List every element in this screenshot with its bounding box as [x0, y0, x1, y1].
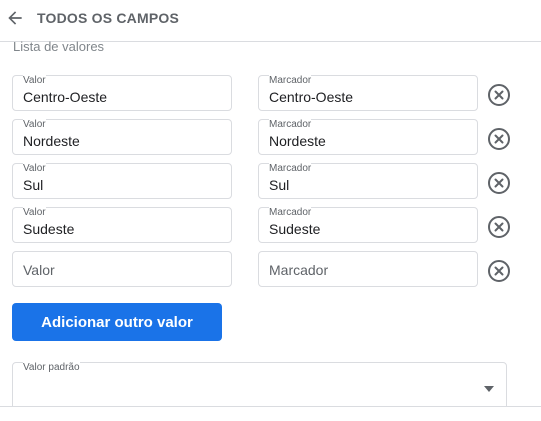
value-field[interactable]: Valor Sudeste — [12, 207, 232, 243]
value-field[interactable]: Valor Nordeste — [12, 119, 232, 155]
marker-field-label: Marcador — [269, 163, 312, 175]
marker-field-text: Nordeste — [269, 133, 326, 149]
close-circle-icon — [488, 128, 510, 150]
section-label: Lista de valores — [13, 39, 105, 54]
marker-field-label: Marcador — [269, 119, 312, 131]
arrow-back-icon — [8, 11, 22, 25]
new-marker-input[interactable]: Marcador — [258, 251, 478, 287]
remove-row-button[interactable] — [487, 171, 511, 195]
back-button[interactable] — [4, 6, 26, 30]
page-title: TODOS OS CAMPOS — [37, 10, 179, 26]
close-circle-icon — [488, 216, 510, 238]
marker-field-label: Marcador — [269, 75, 312, 87]
remove-row-button[interactable] — [487, 83, 511, 107]
marker-field[interactable]: Marcador Sul — [258, 163, 478, 199]
footer — [0, 407, 541, 421]
value-field[interactable]: Valor Sul — [12, 163, 232, 199]
marker-field-text: Centro-Oeste — [269, 89, 354, 105]
value-field-text: Centro-Oeste — [23, 89, 108, 105]
close-circle-icon — [488, 84, 510, 106]
marker-field[interactable]: Marcador Sudeste — [258, 207, 478, 243]
header: TODOS OS CAMPOS — [0, 0, 541, 42]
remove-row-button[interactable] — [487, 215, 511, 239]
new-value-input[interactable]: Valor — [12, 251, 232, 287]
triangle-down-icon — [484, 386, 494, 392]
value-placeholder: Valor — [23, 262, 55, 278]
marker-field-label: Marcador — [269, 207, 312, 219]
value-field-label: Valor — [23, 163, 46, 175]
remove-row-button[interactable] — [487, 259, 511, 283]
marker-field-text: Sudeste — [269, 221, 321, 237]
marker-placeholder: Marcador — [269, 262, 329, 278]
marker-field-text: Sul — [269, 177, 290, 193]
value-field-text: Sudeste — [23, 221, 75, 237]
close-circle-icon — [488, 172, 510, 194]
remove-row-button[interactable] — [487, 127, 511, 151]
value-field-text: Sul — [23, 177, 44, 193]
value-field-text: Nordeste — [23, 133, 80, 149]
close-circle-icon — [488, 260, 510, 282]
marker-field[interactable]: Marcador Nordeste — [258, 119, 478, 155]
marker-field[interactable]: Marcador Centro-Oeste — [258, 75, 478, 111]
value-field-label: Valor — [23, 207, 46, 219]
value-field[interactable]: Valor Centro-Oeste — [12, 75, 232, 111]
value-field-label: Valor — [23, 75, 46, 87]
add-value-button[interactable]: Adicionar outro valor — [12, 303, 222, 341]
value-field-label: Valor — [23, 119, 46, 131]
default-value-label: Valor padrão — [23, 362, 80, 374]
